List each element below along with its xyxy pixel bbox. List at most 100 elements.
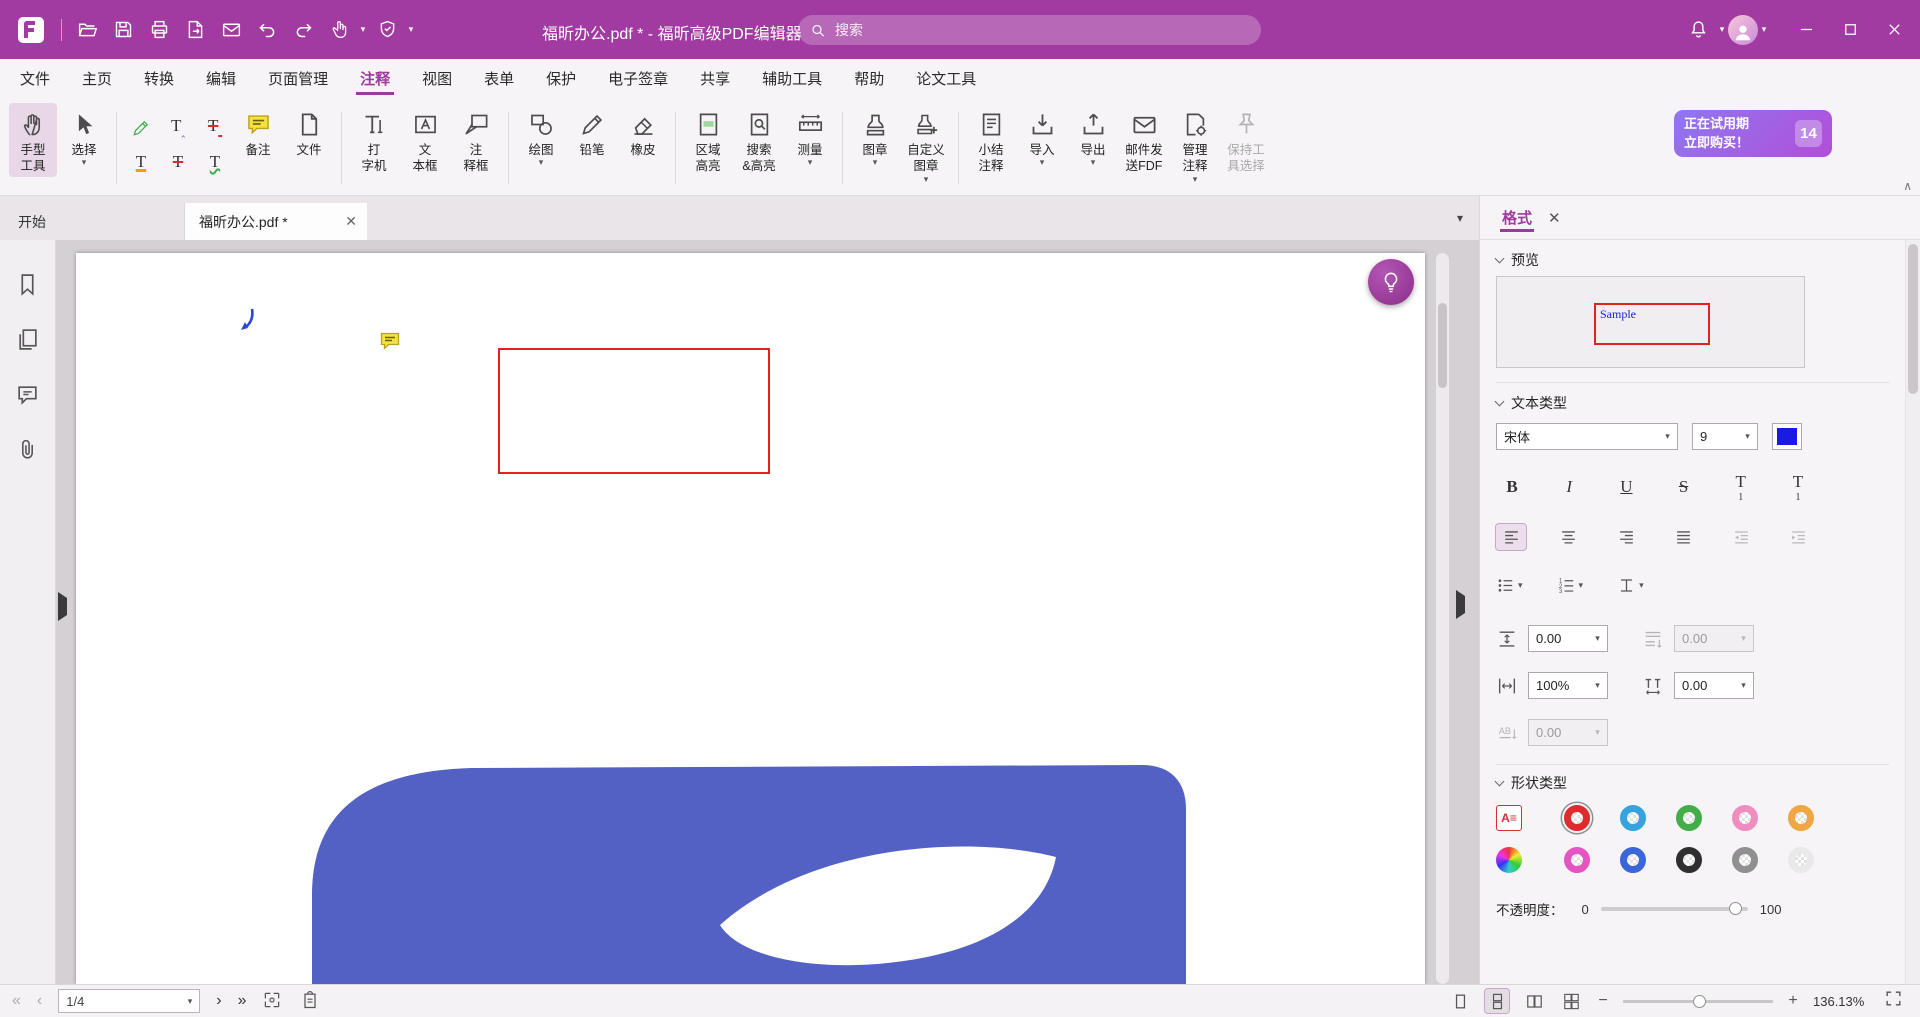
- facing-continuous-view-button[interactable]: [1559, 989, 1583, 1013]
- underline-text-icon[interactable]: T: [125, 146, 157, 177]
- protect-mode-button[interactable]: [369, 12, 405, 48]
- pdf-page[interactable]: [76, 253, 1425, 984]
- font-color-button[interactable]: [1772, 423, 1802, 450]
- insert-text-icon[interactable]: T‸: [162, 112, 194, 143]
- start-page-tab[interactable]: 开始: [0, 203, 185, 240]
- panel-collapse-handle[interactable]: [1456, 596, 1471, 614]
- dropdown-caret-icon[interactable]: [1579, 581, 1584, 591]
- protect-mode-dropdown-icon[interactable]: [405, 24, 417, 35]
- text-type-section-header[interactable]: 文本类型: [1496, 393, 1889, 413]
- char-spacing-select[interactable]: 0.00: [1674, 672, 1754, 699]
- bookmarks-panel-icon[interactable]: [15, 272, 40, 297]
- select-dropdown-icon[interactable]: [82, 158, 87, 168]
- strikethrough-text-icon[interactable]: T: [162, 146, 194, 177]
- horizontal-scale-select[interactable]: 100%: [1528, 672, 1608, 699]
- italic-button[interactable]: I: [1553, 472, 1585, 502]
- fullscreen-button[interactable]: [1884, 989, 1908, 1013]
- measure-button[interactable]: 测量: [786, 103, 834, 170]
- print-button[interactable]: [141, 12, 177, 48]
- dropdown-caret-icon[interactable]: [1588, 626, 1607, 651]
- menu-tab-accessibility[interactable]: 辅助工具: [746, 59, 838, 98]
- comments-panel-icon[interactable]: [15, 382, 40, 407]
- menu-tab-page-manage[interactable]: 页面管理: [252, 59, 344, 98]
- underline-button[interactable]: U: [1610, 472, 1642, 502]
- menu-tab-share[interactable]: 共享: [684, 59, 746, 98]
- replace-text-icon[interactable]: T‸: [199, 112, 231, 143]
- drawing-button[interactable]: 绘图: [517, 103, 565, 170]
- first-page-button[interactable]: [12, 993, 21, 1009]
- touch-mode-button[interactable]: [321, 12, 357, 48]
- menu-tab-form[interactable]: 表单: [468, 59, 530, 98]
- menu-tab-file[interactable]: 文件: [4, 59, 66, 98]
- undo-button[interactable]: [249, 12, 285, 48]
- textbox-button[interactable]: 文 本框: [401, 103, 449, 177]
- highlight-pencil-icon[interactable]: [125, 112, 157, 143]
- stamp-button[interactable]: 图章: [851, 103, 899, 170]
- export-button[interactable]: [177, 12, 213, 48]
- import-dropdown-icon[interactable]: [1040, 158, 1045, 168]
- menu-tab-view[interactable]: 视图: [406, 59, 468, 98]
- menu-tab-paper-tools[interactable]: 论文工具: [900, 59, 992, 98]
- opacity-slider-thumb[interactable]: [1729, 902, 1742, 915]
- previous-page-button[interactable]: [37, 993, 42, 1009]
- search-highlight-button[interactable]: 搜索 &高亮: [735, 103, 783, 177]
- typewriter-cursor-annotation[interactable]: [236, 306, 264, 340]
- select-tool-button[interactable]: 选择: [60, 103, 108, 170]
- numbered-list-button[interactable]: [1557, 576, 1584, 595]
- drawing-dropdown-icon[interactable]: [539, 158, 544, 168]
- align-left-button[interactable]: [1496, 524, 1526, 550]
- menu-tab-esign[interactable]: 电子签章: [592, 59, 684, 98]
- document-tab-active[interactable]: 福昕办公.pdf * ✕: [185, 203, 367, 240]
- shape-color-magenta[interactable]: [1564, 847, 1590, 873]
- format-panel-close-icon[interactable]: ✕: [1548, 209, 1561, 227]
- squiggly-underline-icon[interactable]: T: [199, 146, 231, 177]
- text-direction-button[interactable]: [1617, 576, 1644, 595]
- line-spacing-select[interactable]: 0.00: [1528, 625, 1608, 652]
- clipboard-tool-icon[interactable]: [300, 990, 322, 1012]
- notification-dropdown-icon[interactable]: [1716, 24, 1728, 35]
- shape-color-skyblue[interactable]: [1620, 805, 1646, 831]
- pencil-button[interactable]: 铅笔: [568, 103, 616, 160]
- ai-assistant-bulb-button[interactable]: [1368, 259, 1414, 305]
- font-family-select[interactable]: 宋体: [1496, 423, 1678, 450]
- document-canvas[interactable]: [56, 240, 1479, 984]
- font-size-select[interactable]: 9: [1692, 423, 1758, 450]
- ribbon-collapse-icon[interactable]: ∧: [1903, 179, 1912, 193]
- zoom-slider-thumb[interactable]: [1693, 995, 1706, 1008]
- bullet-list-button[interactable]: [1496, 576, 1523, 595]
- preview-section-header[interactable]: 预览: [1496, 250, 1889, 270]
- user-avatar[interactable]: [1728, 15, 1758, 45]
- manage-comments-button[interactable]: 管理 注释: [1171, 103, 1219, 186]
- opacity-slider[interactable]: [1601, 907, 1748, 911]
- mail-button[interactable]: [213, 12, 249, 48]
- zoom-out-button[interactable]: [1596, 992, 1610, 1010]
- scrollbar-thumb[interactable]: [1908, 244, 1918, 394]
- menu-tab-convert[interactable]: 转换: [128, 59, 190, 98]
- align-right-button[interactable]: [1611, 524, 1641, 550]
- single-page-view-button[interactable]: [1448, 989, 1472, 1013]
- next-page-button[interactable]: [216, 993, 221, 1009]
- shape-color-white[interactable]: [1788, 847, 1814, 873]
- hand-tool-button[interactable]: 手型 工具: [9, 103, 57, 177]
- dropdown-caret-icon[interactable]: [1639, 581, 1644, 591]
- stamp-dropdown-icon[interactable]: [873, 158, 878, 168]
- import-comments-button[interactable]: 导入: [1018, 103, 1066, 170]
- shape-color-blue[interactable]: [1620, 847, 1646, 873]
- continuous-view-button[interactable]: [1485, 989, 1509, 1013]
- open-file-button[interactable]: [69, 12, 105, 48]
- export-comments-button[interactable]: 导出: [1069, 103, 1117, 170]
- maximize-button[interactable]: [1828, 8, 1872, 52]
- pages-panel-icon[interactable]: [15, 327, 40, 352]
- shape-color-gray[interactable]: [1732, 847, 1758, 873]
- sidebar-expand-handle[interactable]: [58, 598, 73, 616]
- last-page-button[interactable]: [238, 993, 247, 1009]
- area-highlight-button[interactable]: 区域 高亮: [684, 103, 732, 177]
- menu-tab-edit[interactable]: 编辑: [190, 59, 252, 98]
- zoom-in-button[interactable]: [1786, 992, 1800, 1010]
- tab-close-icon[interactable]: ✕: [345, 213, 357, 230]
- shape-color-black[interactable]: [1676, 847, 1702, 873]
- panel-vertical-scrollbar[interactable]: [1905, 240, 1920, 984]
- dropdown-caret-icon[interactable]: [1518, 581, 1523, 591]
- facing-view-button[interactable]: [1522, 989, 1546, 1013]
- dropdown-caret-icon[interactable]: [1734, 673, 1753, 698]
